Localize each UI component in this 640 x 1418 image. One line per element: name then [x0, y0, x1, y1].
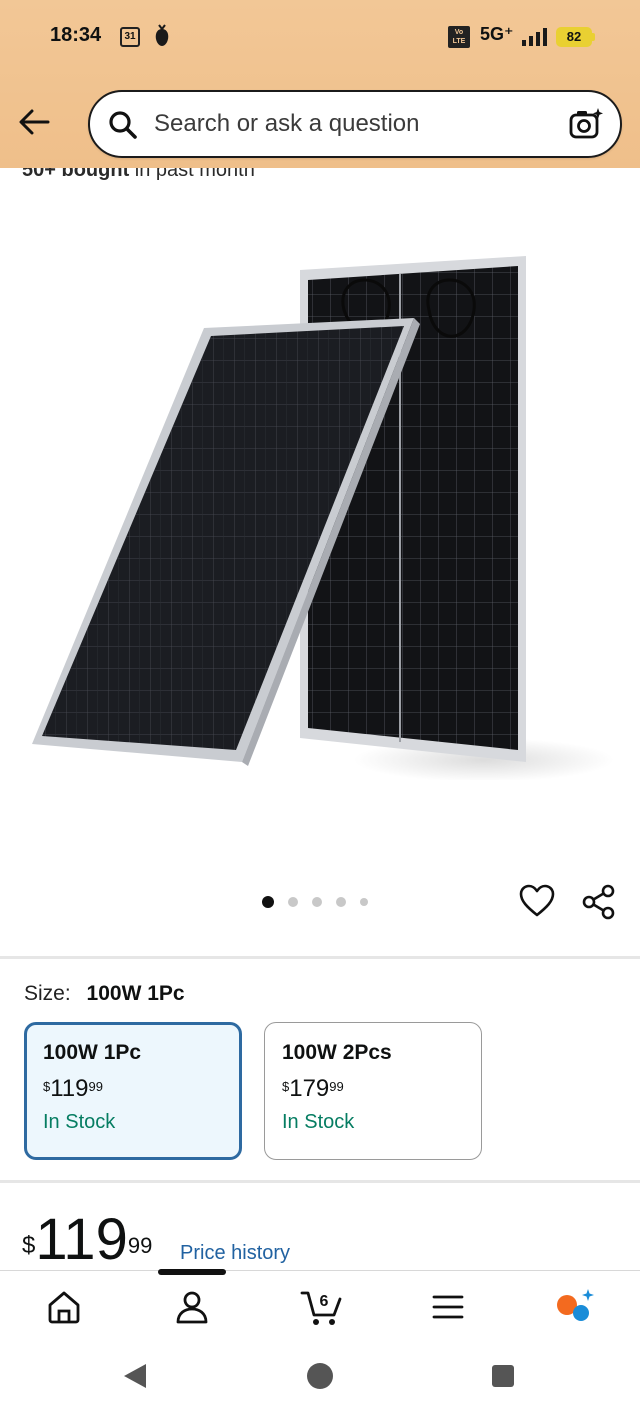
system-nav-bar — [0, 1342, 640, 1418]
carousel-dot[interactable] — [262, 896, 274, 908]
nav-home[interactable] — [44, 1287, 84, 1327]
section-divider — [0, 956, 640, 959]
system-recents-icon — [492, 1365, 514, 1387]
image-carousel-dots[interactable] — [262, 896, 368, 908]
signal-icon — [522, 28, 550, 51]
top-header: 18:34 31 Vo LTE 5G⁺ 82 Search or ask a qu… — [0, 0, 640, 168]
nav-rufus[interactable] — [554, 1287, 594, 1327]
size-row: Size: 100W 1Pc — [24, 982, 185, 1006]
calendar-icon: 31 — [120, 27, 140, 47]
nav-account[interactable] — [172, 1287, 212, 1327]
variant-name: 100W 2Pcs — [282, 1041, 392, 1064]
carousel-dot[interactable] — [336, 897, 346, 907]
size-label: Size: — [24, 982, 71, 1005]
cart-icon: 6 — [300, 1291, 342, 1325]
search-icon — [108, 110, 138, 140]
section-divider — [0, 1180, 640, 1183]
camera-search-icon[interactable] — [568, 106, 604, 142]
search-bar[interactable]: Search or ask a question — [88, 90, 622, 158]
product-image[interactable] — [24, 250, 614, 782]
status-time: 18:34 — [50, 24, 102, 46]
system-back-icon — [124, 1364, 146, 1388]
nav-menu[interactable] — [428, 1287, 468, 1327]
cart-count: 6 — [320, 1293, 329, 1310]
size-selected-value: 100W 1Pc — [86, 982, 185, 1005]
bought-period: in past month — [129, 168, 255, 181]
bought-count: 50+ bought — [22, 168, 130, 181]
size-option-100w-2pcs[interactable]: 100W 2Pcs $17999 In Stock — [264, 1022, 482, 1160]
nav-cart[interactable]: 6 — [300, 1287, 342, 1327]
system-home-icon — [307, 1363, 333, 1389]
variant-stock: In Stock — [282, 1111, 355, 1133]
status-bar: 18:34 31 Vo LTE 5G⁺ 82 — [0, 0, 640, 72]
battery-nub — [592, 33, 595, 41]
variant-price: $11999 — [43, 1075, 103, 1102]
carousel-dot[interactable] — [360, 898, 368, 906]
active-tab-indicator — [158, 1269, 226, 1275]
variant-price: $17999 — [282, 1075, 344, 1102]
carousel-dot[interactable] — [288, 897, 298, 907]
search-placeholder[interactable]: Search or ask a question — [154, 110, 420, 138]
price-history-link[interactable]: Price history — [180, 1242, 290, 1265]
bottom-nav: 6 — [0, 1269, 640, 1342]
menu-icon — [432, 1295, 464, 1319]
bought-count-row: 50+ bought in past month — [0, 168, 640, 182]
volte-icon: Vo LTE — [448, 26, 470, 48]
share-icon[interactable] — [580, 883, 618, 921]
heart-icon[interactable] — [519, 883, 555, 919]
network-type: 5G⁺ — [480, 24, 514, 44]
product-price: $11999 — [22, 1207, 153, 1272]
person-icon — [176, 1291, 208, 1324]
home-icon — [48, 1291, 80, 1324]
carousel-dot[interactable] — [312, 897, 322, 907]
rufus-assistant-icon — [557, 1289, 594, 1321]
arrow-left-icon — [19, 109, 50, 135]
battery-icon: 82 — [556, 27, 592, 47]
notification-icon — [152, 24, 172, 53]
size-option-100w-1pc[interactable]: 100W 1Pc $11999 In Stock — [24, 1022, 242, 1160]
back-button[interactable] — [14, 102, 54, 142]
variant-stock: In Stock — [43, 1111, 116, 1133]
variant-name: 100W 1Pc — [43, 1041, 142, 1064]
